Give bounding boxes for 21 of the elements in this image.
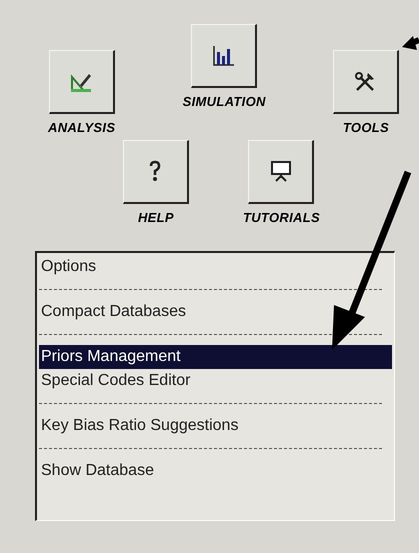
launcher-label: TOOLS (342, 119, 390, 137)
annotation-arrow (402, 36, 419, 50)
menu-item[interactable]: Options (39, 255, 392, 279)
menu-item[interactable]: Priors Management (39, 345, 392, 369)
menu-item[interactable]: Show Database (39, 459, 392, 483)
launcher-button[interactable] (332, 50, 399, 114)
menu-item[interactable]: Special Codes Editor (39, 369, 392, 393)
launcher-label: ANALYSIS (48, 119, 116, 137)
question-mark-icon (148, 160, 162, 182)
launcher-button[interactable] (248, 140, 314, 204)
launcher-label: HELP (138, 208, 174, 226)
bar-chart-icon (212, 46, 235, 66)
projector-screen-icon (270, 160, 292, 182)
launcher-button[interactable] (48, 50, 115, 114)
menu-item[interactable]: Key Bias Ratio Suggestions (39, 414, 392, 438)
launcher-button[interactable] (191, 24, 258, 88)
hammer-wrench-icon (354, 70, 376, 92)
menu-item[interactable]: Compact Databases (39, 300, 392, 324)
launcher-label: TUTORIALS (242, 208, 320, 226)
launcher-label: SIMULATION (182, 93, 266, 111)
launcher-button[interactable] (122, 140, 189, 204)
